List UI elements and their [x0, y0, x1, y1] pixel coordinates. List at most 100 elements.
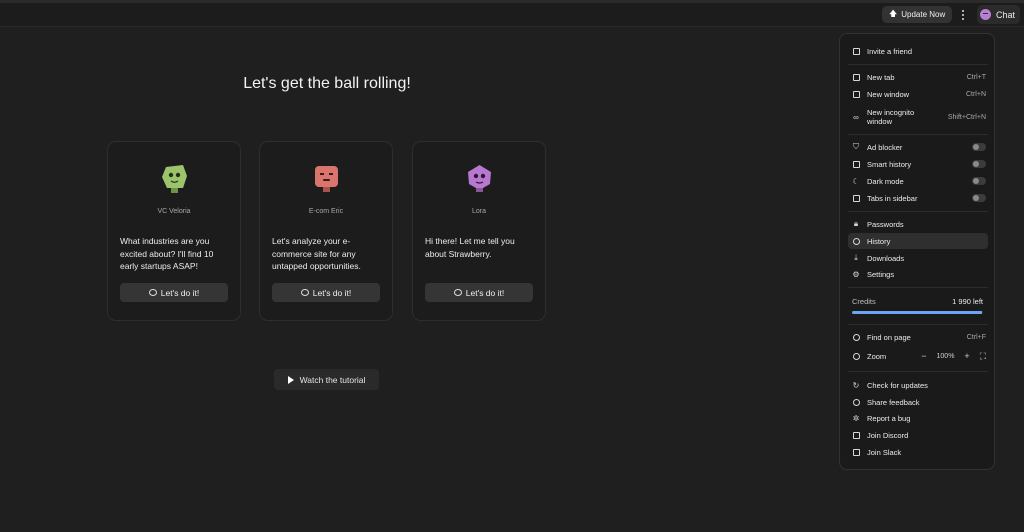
menu-label: Invite a friend: [867, 46, 913, 56]
menu-item-invite[interactable]: Invite a friend: [848, 43, 988, 59]
menu-item-downloads[interactable]: ⤓ Downloads: [848, 250, 988, 266]
menu-label: New window: [867, 89, 910, 99]
zoom-icon: [851, 351, 861, 361]
agent-card-lora: Lora Hi there! Let me tell you about Str…: [412, 141, 546, 321]
lets-do-it-button[interactable]: Let's do it!: [272, 283, 380, 302]
zoom-level: 100%: [936, 352, 955, 360]
menu-item-ad-blocker[interactable]: ⛉ Ad blocker: [848, 139, 988, 155]
menu-item-passwords[interactable]: 🔒︎ Passwords: [848, 216, 988, 232]
ad-blocker-toggle[interactable]: [972, 143, 986, 151]
ecom-eric-mascot-icon: [315, 166, 338, 192]
menu-label: New tab: [867, 72, 895, 82]
incognito-icon: ∞: [853, 112, 859, 122]
browser-menu: Invite a friend New tab Ctrl+T New windo…: [839, 33, 995, 470]
menu-item-settings[interactable]: ⚙ Settings: [848, 266, 988, 282]
shortcut-label: Ctrl+T: [966, 73, 986, 81]
refresh-icon: ↻: [852, 380, 860, 390]
menu-divider: [848, 371, 988, 372]
menu-item-tabs-sidebar[interactable]: Tabs in sidebar: [848, 190, 988, 206]
menu-label: Passwords: [867, 219, 904, 229]
lock-icon: 🔒︎: [853, 219, 859, 228]
credits-label: Credits: [852, 297, 876, 306]
menu-item-check-updates[interactable]: ↻ Check for updates: [848, 377, 988, 393]
agent-description: What industries are you excited about? I…: [120, 236, 214, 271]
menu-divider: [848, 134, 988, 135]
lets-do-it-button[interactable]: Let's do it!: [120, 283, 228, 302]
smart-history-icon: [851, 159, 861, 169]
menu-label: Downloads: [867, 253, 905, 263]
chat-bubble-icon: [300, 289, 309, 296]
menu-label: Smart history: [867, 159, 912, 169]
menu-label: Report a bug: [867, 413, 911, 423]
fullscreen-icon[interactable]: ⛶: [980, 351, 986, 362]
credits-progress-fill: [852, 311, 983, 314]
bug-icon: ✲: [852, 413, 860, 423]
menu-item-history[interactable]: History: [848, 233, 988, 249]
download-icon: ⤓: [854, 253, 858, 262]
agent-description: Let's analyze your e-commerce site for a…: [272, 236, 361, 271]
smart-history-toggle[interactable]: [972, 160, 986, 168]
menu-label: Check for updates: [867, 380, 928, 390]
search-icon: [851, 332, 861, 342]
menu-label: Zoom: [867, 351, 887, 361]
discord-icon: [851, 430, 861, 440]
menu-label: Share feedback: [867, 397, 920, 407]
agent-card-vc-veloria: VC Veloria What industries are you excit…: [107, 141, 241, 321]
more-menu-button[interactable]: [957, 7, 969, 22]
cta-label: Let's do it!: [160, 287, 200, 298]
shortcut-label: Ctrl+F: [966, 333, 986, 341]
top-bar: [0, 0, 1024, 27]
menu-divider: [848, 211, 988, 212]
new-tab-icon: [851, 72, 861, 82]
cta-label: Let's do it!: [312, 287, 352, 298]
zoom-out-button[interactable]: −: [921, 351, 926, 361]
menu-item-join-discord[interactable]: Join Discord: [848, 427, 988, 443]
update-now-button[interactable]: 🡅 Update Now: [882, 6, 953, 23]
menu-divider: [848, 324, 988, 325]
menu-item-join-slack[interactable]: Join Slack: [848, 444, 988, 460]
menu-label: Join Slack: [867, 447, 902, 457]
credits-progress-bar: [852, 311, 983, 314]
menu-label: Join Discord: [867, 430, 909, 440]
menu-item-report-bug[interactable]: ✲ Report a bug: [848, 410, 988, 426]
shield-icon: ⛉: [853, 142, 859, 151]
vc-veloria-mascot-icon: [162, 165, 187, 193]
tabs-sidebar-toggle[interactable]: [972, 194, 986, 202]
agent-description: Hi there! Let me tell you about Strawber…: [425, 236, 515, 259]
menu-item-incognito[interactable]: ∞ New incognito window Shift+Ctrl+N: [848, 106, 988, 128]
menu-item-share-feedback[interactable]: Share feedback: [848, 394, 988, 410]
update-now-label: Update Now: [901, 10, 946, 19]
menu-item-new-window[interactable]: New window Ctrl+N: [848, 86, 988, 102]
agent-name: E-com Eric: [308, 208, 344, 215]
menu-item-find[interactable]: Find on page Ctrl+F: [848, 329, 988, 345]
chat-avatar-icon: [980, 9, 991, 20]
menu-label: Dark mode: [867, 176, 904, 186]
page-title: Let's get the ball rolling!: [243, 75, 411, 92]
cta-label: Let's do it!: [465, 287, 505, 298]
dark-mode-toggle[interactable]: [972, 177, 986, 185]
moon-icon: ☾: [852, 176, 860, 186]
menu-divider: [848, 64, 988, 65]
lora-mascot-icon: [468, 165, 491, 192]
sidebar-icon: [851, 193, 861, 203]
credits-left: 1 990 left: [952, 297, 983, 306]
watch-tutorial-button[interactable]: Watch the tutorial: [274, 369, 379, 390]
gift-icon: [851, 46, 861, 56]
arrow-up-icon: 🡅: [889, 8, 898, 18]
menu-label: Tabs in sidebar: [867, 193, 918, 203]
agent-name: VC Veloria: [157, 208, 191, 215]
menu-item-smart-history[interactable]: Smart history: [848, 156, 988, 172]
play-icon: [287, 375, 294, 384]
menu-item-dark-mode[interactable]: ☾ Dark mode: [848, 173, 988, 189]
new-window-icon: [851, 89, 861, 99]
zoom-in-button[interactable]: +: [964, 351, 969, 361]
feedback-icon: [851, 397, 861, 407]
agent-card-ecom-eric: E-com Eric Let's analyze your e-commerce…: [259, 141, 393, 321]
menu-item-new-tab[interactable]: New tab Ctrl+T: [848, 69, 988, 85]
chat-label: Chat: [996, 9, 1016, 20]
shortcut-label: Shift+Ctrl+N: [947, 113, 986, 121]
lets-do-it-button[interactable]: Let's do it!: [425, 283, 533, 302]
menu-label: History: [867, 236, 891, 246]
menu-label: Ad blocker: [867, 142, 903, 152]
chat-button[interactable]: Chat: [977, 5, 1021, 24]
